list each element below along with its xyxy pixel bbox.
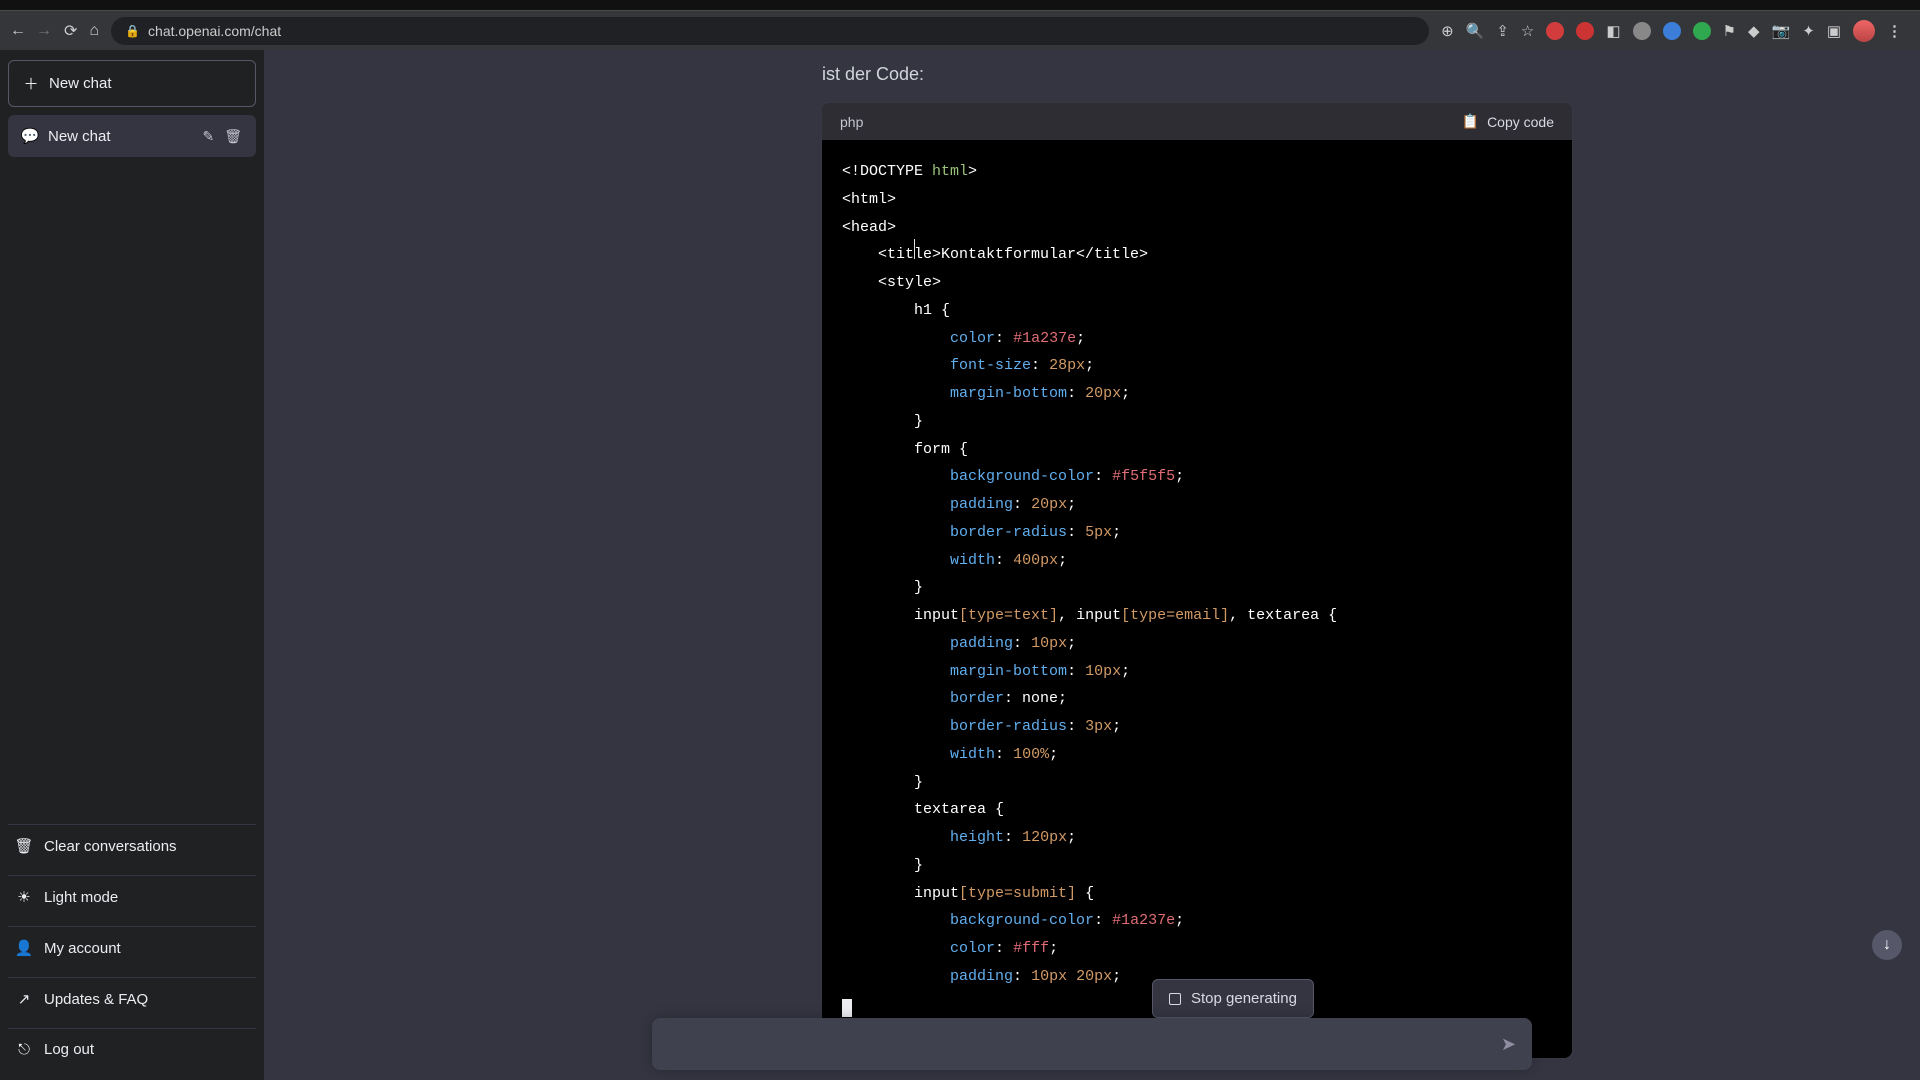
ext-icon-9[interactable]: 📷	[1772, 22, 1791, 40]
sidebar: ＋ New chat 💬 New chat ✎ 🗑 🗑 Clear conver…	[0, 50, 264, 1080]
chat-icon: 💬	[22, 127, 38, 145]
zoom-icon[interactable]: 🔍	[1466, 22, 1485, 40]
translate-icon[interactable]: ⊕	[1441, 22, 1454, 40]
clipboard-icon: 📋	[1462, 113, 1479, 130]
app-root: ＋ New chat 💬 New chat ✎ 🗑 🗑 Clear conver…	[0, 50, 1920, 1080]
back-icon[interactable]: ←	[10, 22, 26, 40]
url-text: chat.openai.com/chat	[148, 23, 281, 39]
logout-button[interactable]: ⎋ Log out	[8, 1028, 256, 1070]
ext-icon-4[interactable]	[1633, 22, 1651, 40]
trash-icon: 🗑	[16, 837, 32, 855]
copy-code-label: Copy code	[1487, 114, 1554, 130]
kebab-menu-icon[interactable]: ⋮	[1887, 22, 1902, 40]
star-icon[interactable]: ☆	[1521, 22, 1534, 40]
send-icon[interactable]: ➤	[1501, 1034, 1516, 1055]
sun-icon: ☀	[16, 888, 32, 906]
code-block: php 📋 Copy code <!DOCTYPE html> <html> <…	[822, 103, 1572, 1058]
clear-conversations-label: Clear conversations	[44, 838, 177, 855]
stop-generating-label: Stop generating	[1191, 990, 1297, 1007]
new-chat-button[interactable]: ＋ New chat	[8, 60, 256, 107]
clear-conversations-button[interactable]: 🗑 Clear conversations	[8, 824, 256, 867]
stop-icon	[1169, 993, 1181, 1005]
code-body[interactable]: <!DOCTYPE html> <html> <head> <title>Kon…	[822, 140, 1572, 1058]
puzzle-icon[interactable]: ✦	[1802, 22, 1815, 40]
logout-label: Log out	[44, 1041, 94, 1058]
logout-icon: ⎋	[16, 1041, 32, 1058]
my-account-button[interactable]: 👤 My account	[8, 926, 256, 969]
scroll-to-bottom-button[interactable]: ↓	[1872, 930, 1902, 960]
ext-icon-8[interactable]: ◆	[1748, 22, 1760, 40]
plus-icon: ＋	[23, 73, 39, 94]
user-icon: 👤	[16, 939, 32, 957]
updates-faq-button[interactable]: ↗ Updates & FAQ	[8, 977, 256, 1020]
code-language-label: php	[840, 114, 863, 130]
tab-strip	[0, 0, 1920, 10]
light-mode-button[interactable]: ☀ Light mode	[8, 875, 256, 918]
conversation-title: New chat	[48, 128, 111, 145]
chat-main: ist der Code: php 📋 Copy code <!DOCTYPE …	[264, 50, 1920, 1080]
assistant-text-fragment: ist der Code:	[822, 64, 1552, 85]
message-input[interactable]: ➤	[652, 1018, 1532, 1070]
browser-chrome: ← → ⟳ ⌂ 🔒 chat.openai.com/chat ⊕ 🔍 ⇪ ☆ ◧…	[0, 0, 1920, 50]
delete-icon[interactable]: 🗑	[224, 128, 242, 145]
share-icon[interactable]: ⇪	[1496, 22, 1509, 40]
ext-icon-2[interactable]	[1576, 22, 1594, 40]
external-link-icon: ↗	[16, 990, 32, 1008]
updates-faq-label: Updates & FAQ	[44, 991, 148, 1008]
code-block-header: php 📋 Copy code	[822, 103, 1572, 140]
lock-icon: 🔒	[125, 24, 140, 38]
ext-icon-7[interactable]: ⚑	[1723, 22, 1736, 40]
address-bar[interactable]: 🔒 chat.openai.com/chat	[111, 17, 1429, 45]
ext-icon-1[interactable]	[1546, 22, 1564, 40]
home-icon[interactable]: ⌂	[89, 22, 99, 40]
chat-scroll[interactable]: ist der Code: php 📋 Copy code <!DOCTYPE …	[264, 50, 1920, 1080]
reload-icon[interactable]: ⟳	[64, 21, 77, 41]
ext-icon-5[interactable]	[1663, 22, 1681, 40]
edit-icon[interactable]: ✎	[202, 128, 214, 145]
browser-toolbar: ← → ⟳ ⌂ 🔒 chat.openai.com/chat ⊕ 🔍 ⇪ ☆ ◧…	[0, 10, 1920, 50]
copy-code-button[interactable]: 📋 Copy code	[1462, 113, 1554, 130]
ext-icon-6[interactable]	[1693, 22, 1711, 40]
conversation-item-active[interactable]: 💬 New chat ✎ 🗑	[8, 115, 256, 157]
ext-icon-3[interactable]: ◧	[1606, 22, 1620, 40]
my-account-label: My account	[44, 940, 121, 957]
light-mode-label: Light mode	[44, 889, 118, 906]
stop-generating-button[interactable]: Stop generating	[1152, 979, 1314, 1018]
profile-avatar[interactable]	[1853, 20, 1875, 42]
forward-icon[interactable]: →	[36, 22, 52, 40]
extension-icons: ⊕ 🔍 ⇪ ☆ ◧ ⚑ ◆ 📷 ✦ ▣ ⋮	[1441, 20, 1910, 42]
window-icon[interactable]: ▣	[1827, 22, 1841, 40]
new-chat-label: New chat	[49, 75, 112, 92]
